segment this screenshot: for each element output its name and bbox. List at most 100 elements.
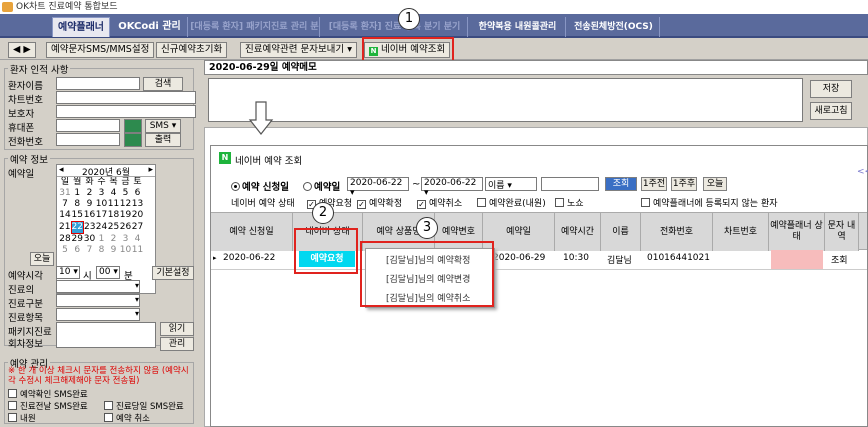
category-select[interactable]: ▾: [56, 294, 140, 307]
calendar-day[interactable]: 4: [107, 188, 119, 199]
check-visit[interactable]: 내원: [8, 412, 36, 424]
week-prev-button[interactable]: 1주전: [641, 177, 667, 191]
calendar-day[interactable]: 5: [59, 245, 71, 256]
calendar-day[interactable]: 2: [83, 188, 95, 199]
minute-select[interactable]: 00 ▾: [96, 266, 120, 279]
check-confirm-sms[interactable]: 예약확인 SMS완료: [8, 388, 88, 400]
patient-name-input[interactable]: [56, 77, 140, 90]
calendar-day[interactable]: 26: [119, 222, 131, 234]
calendar-day[interactable]: 17: [95, 210, 107, 222]
check-cancel[interactable]: 예약 취소: [104, 412, 150, 424]
memo-refresh-button[interactable]: 새로고침: [810, 102, 852, 120]
date-to-picker[interactable]: 2020-06-22 ▾: [421, 177, 483, 198]
calendar-grid[interactable]: 일 월 화 수 목 금 토 31 1 2 3 4 5 6 7 8 9 10 11 12 13 14 15 16 17 18 19 20…: [59, 177, 144, 256]
check-completed[interactable]: 예약완료(내원): [477, 196, 546, 209]
calendar-day[interactable]: 5: [119, 188, 131, 199]
tab-package[interactable]: [대등록 환자] 패키지진료 관리 분기: [190, 17, 320, 37]
col-chart-no[interactable]: 차트번호: [713, 213, 769, 251]
calendar-day[interactable]: 14: [59, 210, 71, 222]
popup-today-button[interactable]: 오늘: [703, 177, 727, 191]
prev-month-icon[interactable]: ◂: [59, 165, 64, 175]
item-select[interactable]: ▾: [56, 308, 140, 321]
print-button[interactable]: 출력: [145, 133, 181, 147]
calendar-day[interactable]: 4: [131, 234, 143, 246]
col-phone[interactable]: 전화번호: [641, 213, 713, 251]
phone-icon[interactable]: [124, 119, 142, 133]
check-day-sms[interactable]: 진료당일 SMS완료: [104, 400, 184, 412]
memo-save-button[interactable]: 저장: [810, 80, 852, 98]
col-time[interactable]: 예약시간: [555, 213, 601, 251]
calendar-day[interactable]: 2: [107, 234, 119, 246]
calendar-day[interactable]: 30: [83, 234, 95, 246]
calendar-day[interactable]: 6: [131, 188, 143, 199]
calendar-day[interactable]: 3: [95, 188, 107, 199]
week-next-button[interactable]: 1주후: [671, 177, 697, 191]
calendar-day[interactable]: 19: [119, 210, 131, 222]
hour-select[interactable]: 10 ▾: [56, 266, 80, 279]
calendar-day[interactable]: 16: [83, 210, 95, 222]
package-input[interactable]: [56, 322, 156, 348]
calendar-day[interactable]: 8: [95, 245, 107, 256]
next-month-icon[interactable]: ▸: [148, 165, 153, 175]
doctor-select[interactable]: ▾: [56, 280, 140, 293]
calendar-day[interactable]: 11: [131, 245, 143, 256]
row-message-link[interactable]: 조회: [831, 253, 848, 266]
calendar-day[interactable]: 23: [83, 222, 95, 234]
search-keyword-input[interactable]: [541, 177, 599, 191]
check-prev-sms[interactable]: 진료전날 SMS완료: [8, 400, 88, 412]
today-button[interactable]: 오늘: [30, 252, 54, 266]
calendar-day[interactable]: 9: [107, 245, 119, 256]
patient-search-button[interactable]: 검색: [143, 77, 183, 91]
check-cancelled[interactable]: ✓ 예약취소: [417, 196, 462, 209]
calendar-day[interactable]: 25: [107, 222, 119, 234]
memo-textarea[interactable]: [208, 78, 803, 122]
calendar-day[interactable]: 9: [83, 199, 95, 210]
calendar-day[interactable]: 15: [71, 210, 83, 222]
calendar-day[interactable]: 22: [70, 221, 84, 234]
preset-button[interactable]: 기본설정: [152, 266, 194, 280]
name-select[interactable]: 이름 ▾: [485, 177, 537, 191]
tab-reservation-planner[interactable]: 예약플래너: [52, 17, 110, 37]
check-confirmed[interactable]: ✓ 예약확정: [357, 196, 402, 209]
send-message-button[interactable]: 진료예약관련 문자보내기 ▾: [240, 42, 357, 58]
calendar-day[interactable]: 28: [59, 234, 71, 246]
calendar-day[interactable]: 6: [71, 245, 83, 256]
calendar-day[interactable]: 7: [59, 199, 71, 210]
nav-arrows-button[interactable]: ◀ ▶: [8, 42, 36, 58]
calendar-day[interactable]: 11: [107, 199, 119, 210]
calendar-day[interactable]: 10: [95, 199, 107, 210]
col-message[interactable]: 문자 내역: [825, 213, 859, 251]
radio-reservation-date[interactable]: 예약일: [303, 179, 340, 193]
mobile-input[interactable]: [56, 119, 120, 132]
col-apply-date[interactable]: 예약 신청일: [211, 213, 293, 251]
new-reset-button[interactable]: 신규예약초기화: [156, 42, 228, 58]
calendar-day[interactable]: 31: [59, 188, 71, 199]
calendar-day[interactable]: 12: [119, 199, 131, 210]
chart-no-input[interactable]: [56, 91, 196, 104]
calendar-day[interactable]: 29: [71, 234, 83, 246]
manage-button[interactable]: 관리: [160, 337, 194, 351]
popup-search-button[interactable]: 조회: [605, 177, 637, 191]
guardian-input[interactable]: [56, 105, 196, 118]
calendar-day[interactable]: 7: [83, 245, 95, 256]
collapse-link[interactable]: <<: [857, 167, 868, 177]
check-unregistered[interactable]: 예약플래너에 등록되지 않는 환자: [641, 196, 778, 209]
col-name[interactable]: 이름: [601, 213, 641, 251]
calendar-day[interactable]: 8: [71, 199, 83, 210]
tab-ocs[interactable]: 전송된체방전(OCS): [568, 17, 660, 37]
calendar-day[interactable]: 18: [107, 210, 119, 222]
calendar-day[interactable]: 24: [95, 222, 107, 234]
tab-okcodi[interactable]: OKCodi 관리: [112, 17, 188, 37]
sms-settings-button[interactable]: 예약문자SMS/MMS설정: [46, 42, 155, 58]
calendar-day[interactable]: 13: [131, 199, 143, 210]
calendar-day[interactable]: 20: [131, 210, 143, 222]
sms-dropdown[interactable]: SMS ▾: [145, 119, 181, 133]
phone-input[interactable]: [56, 133, 120, 146]
tab-herbal-call[interactable]: 한약복용 내원콜관리: [470, 17, 566, 37]
check-noshow[interactable]: 노쇼: [555, 196, 584, 209]
calendar-day[interactable]: 27: [131, 222, 143, 234]
calendar-day[interactable]: 21: [59, 222, 71, 234]
tab-registration[interactable]: [대등록 환자] 진료 등록 분기 분기: [322, 17, 468, 37]
col-planner-status[interactable]: 예약플래너 상태: [769, 213, 825, 251]
radio-apply-date[interactable]: 예약 신청일: [231, 179, 289, 193]
